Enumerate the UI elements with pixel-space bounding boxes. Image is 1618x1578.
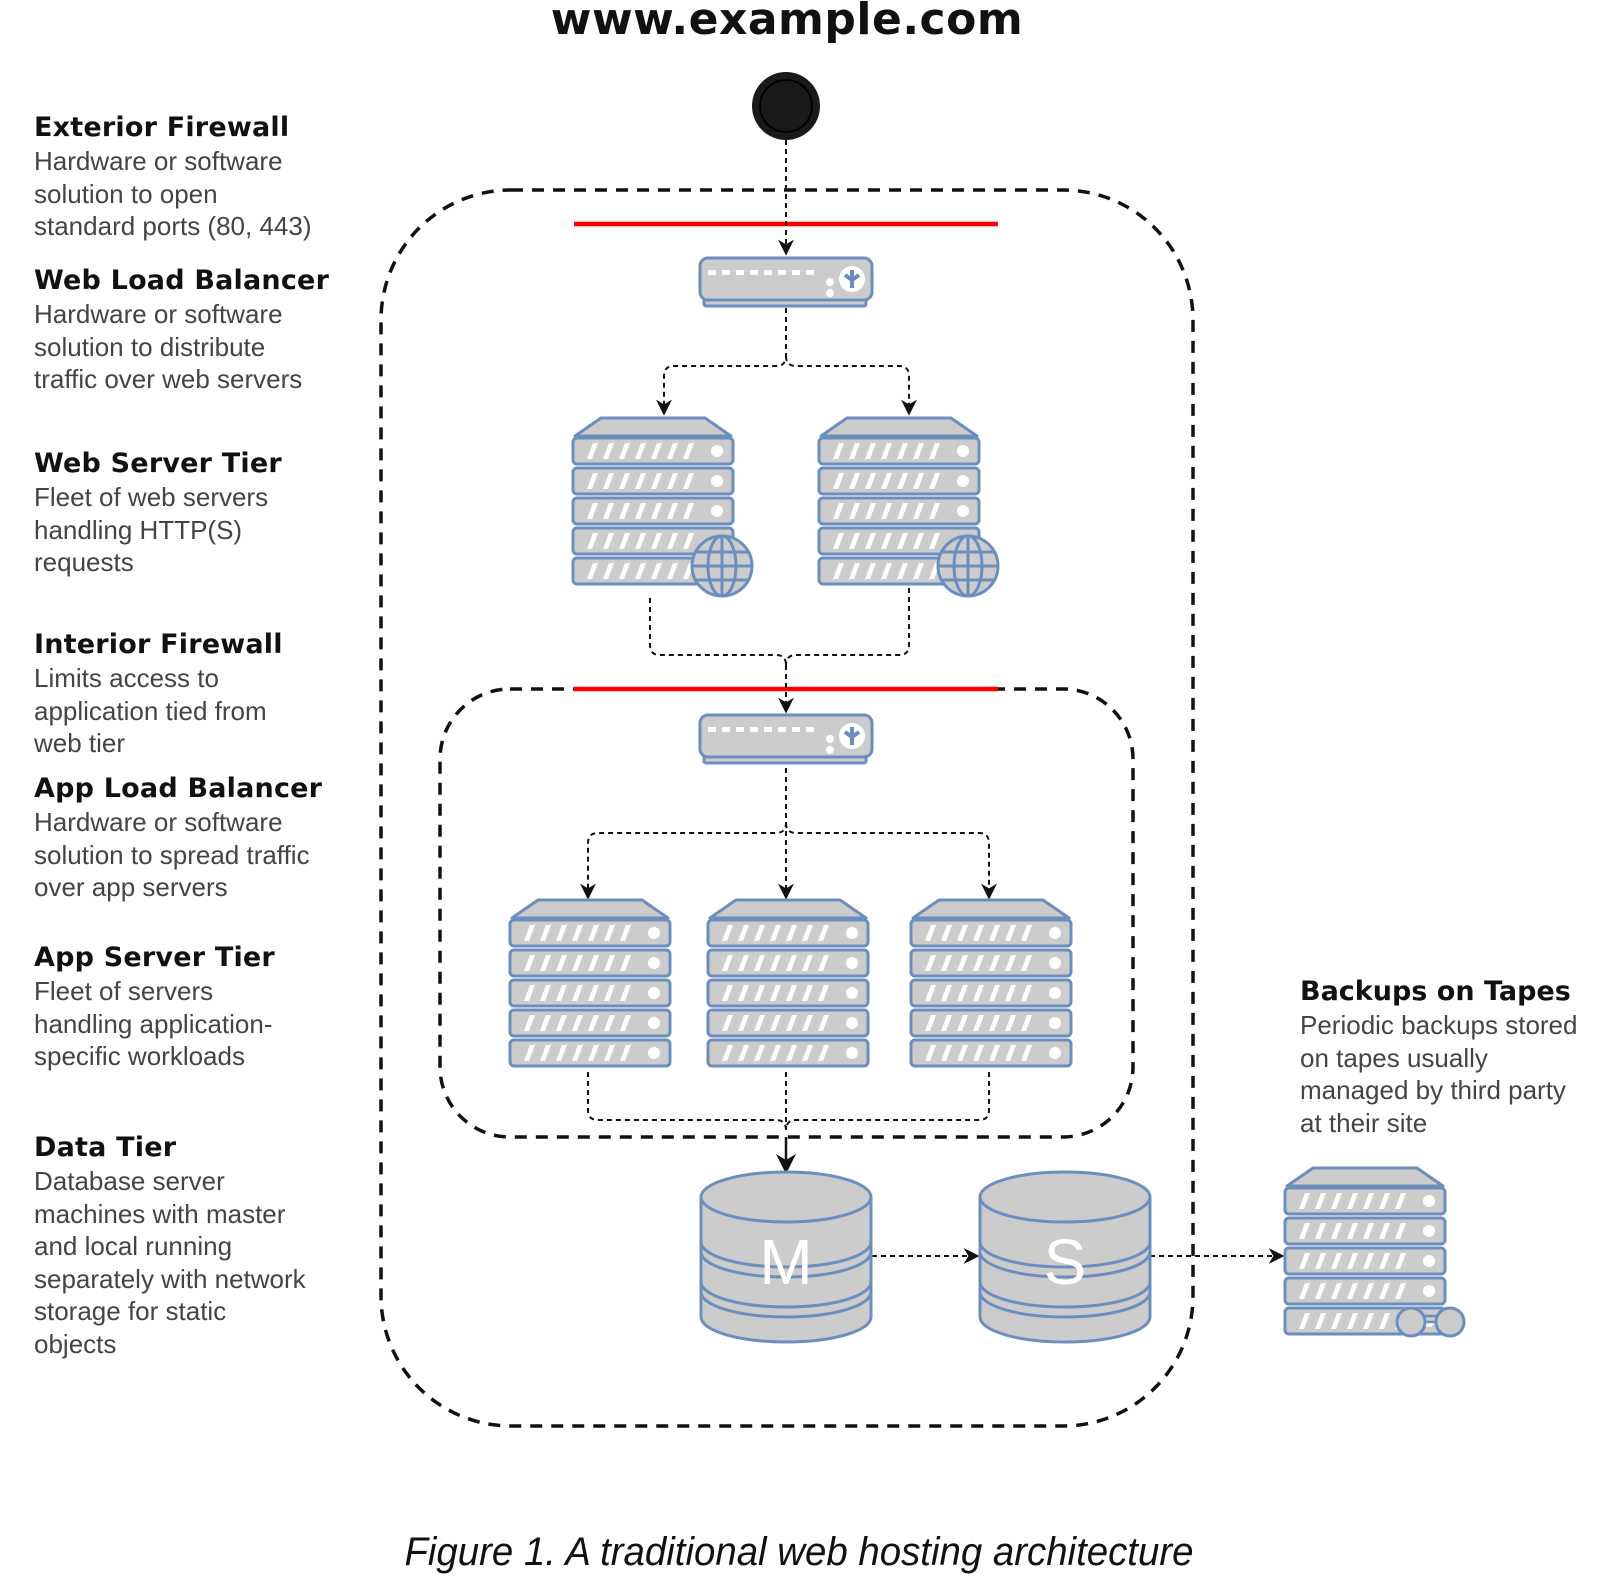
connector-app-server-1-to-db xyxy=(587,1072,787,1131)
db-slave-label: S xyxy=(1044,1226,1087,1298)
figure-caption: Figure 1. A traditional web hosting arch… xyxy=(0,1530,1618,1575)
globe-icon xyxy=(936,534,1000,598)
connectors xyxy=(580,140,1285,1308)
connector-web-lb-to-web-server-1 xyxy=(656,308,787,416)
entry-node-icon xyxy=(752,72,820,140)
server-icon xyxy=(1285,1168,1445,1334)
app-server-1-icon xyxy=(510,900,670,1066)
web-server-2 xyxy=(819,418,1000,598)
connector-web-server-1-to-app-lb xyxy=(649,598,787,666)
connector-app-lb-to-app-server-1 xyxy=(580,768,787,900)
app-load-balancer-icon xyxy=(698,713,874,765)
figure-caption-text: Figure 1. A traditional web hosting arch… xyxy=(404,1530,1194,1574)
connector-web-lb-to-web-server-2 xyxy=(785,355,917,416)
connector-web-server-2-to-app-lb xyxy=(785,588,910,666)
connector-app-lb-to-app-server-3 xyxy=(785,822,997,900)
db-master: M xyxy=(699,1170,873,1344)
backup-tape-server xyxy=(1285,1168,1466,1338)
globe-icon xyxy=(690,534,754,598)
web-server-1 xyxy=(573,418,754,598)
app-server-3-icon xyxy=(911,900,1071,1066)
web-load-balancer-icon xyxy=(698,256,874,308)
architecture-diagram: M S xyxy=(379,72,1466,1428)
db-slave: S xyxy=(978,1170,1152,1344)
db-master-label: M xyxy=(759,1226,812,1298)
app-server-2-icon xyxy=(708,900,868,1066)
connector-app-server-3-to-db xyxy=(785,1072,990,1131)
